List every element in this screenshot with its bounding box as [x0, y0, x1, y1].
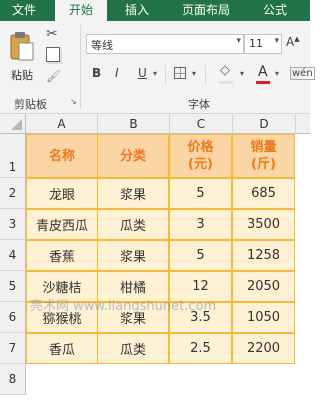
paste-label: 粘贴	[11, 69, 33, 82]
table-cell-price[interactable]: 3	[169, 209, 232, 240]
table-cell-sales[interactable]: 1050	[232, 302, 295, 333]
paste-icon	[10, 32, 34, 61]
format-painter-icon[interactable]: 🖌	[46, 69, 61, 83]
tab-formulas[interactable]: 公式	[250, 0, 300, 21]
watermark-text: 亮术网 www.liangshunet.com	[30, 299, 217, 314]
table-cell-name[interactable]: 香蕉	[26, 240, 98, 271]
font-name-dropdown[interactable]: 等线 ▾	[86, 34, 244, 54]
ribbon-tab-bar: 文件 开始 插入 页面布局 公式	[0, 0, 310, 21]
tab-home[interactable]: 开始	[55, 0, 107, 21]
underline-dropdown-icon[interactable]: ▾	[153, 69, 157, 78]
cut-icon[interactable]: ✂	[46, 26, 58, 42]
tab-file[interactable]: 文件	[0, 0, 48, 21]
fill-color-icon[interactable]: ◇	[220, 63, 230, 78]
font-color-icon[interactable]: A	[258, 64, 268, 80]
font-group-label: 字体	[188, 98, 210, 111]
fill-dropdown-icon[interactable]: ▾	[240, 69, 244, 78]
select-all-corner[interactable]	[0, 114, 26, 134]
bold-button[interactable]: B	[92, 66, 101, 80]
chevron-down-icon: ▾	[274, 36, 279, 46]
clipboard-group-label: 剪贴板	[14, 98, 47, 111]
row-header-5[interactable]: 5	[0, 271, 26, 302]
clipboard-launcher-icon[interactable]: ↘	[70, 97, 77, 106]
tab-page-layout[interactable]: 页面布局	[168, 0, 244, 21]
font-color-bar	[256, 81, 270, 84]
table-cell-category[interactable]: 瓜类	[97, 333, 169, 364]
row-header-4[interactable]: 4	[0, 240, 26, 271]
table-cell-sales[interactable]: 3500	[232, 209, 295, 240]
borders-dropdown-icon[interactable]: ▾	[192, 69, 196, 78]
font-size-dropdown[interactable]: 11 ▾	[244, 34, 282, 54]
tab-insert[interactable]: 插入	[113, 0, 161, 21]
header-cell-sales[interactable]: 销量 (斤)	[232, 134, 295, 178]
row-header-6[interactable]: 6	[0, 302, 26, 333]
ribbon: 粘贴 ✂ 🖌 剪贴板 ↘ 等线 ▾ 11 ▾ A▲ B I U ▾ ▾ ◇ ▾ …	[0, 21, 315, 114]
paste-button[interactable]: 粘贴	[6, 27, 38, 85]
table-cell-sales[interactable]: 685	[232, 178, 295, 209]
font-name-value: 等线	[91, 39, 113, 52]
select-all-icon	[11, 119, 22, 130]
font-size-value: 11	[249, 37, 263, 50]
column-header-c[interactable]: C	[170, 114, 233, 134]
header-cell-category[interactable]: 分类	[97, 134, 169, 178]
table-cell-name[interactable]: 香瓜	[26, 333, 98, 364]
table-cell-price[interactable]: 5	[169, 240, 232, 271]
phonetic-icon[interactable]: wén	[290, 67, 315, 80]
column-header-b[interactable]: B	[98, 114, 170, 134]
table-cell-category[interactable]: 浆果	[97, 178, 169, 209]
table-cell-name[interactable]: 龙眼	[26, 178, 98, 209]
row-header-7[interactable]: 7	[0, 333, 26, 364]
row-header-8[interactable]: 8	[0, 364, 26, 395]
row-header-3[interactable]: 3	[0, 209, 26, 240]
borders-icon[interactable]	[174, 67, 186, 79]
font-color-dropdown-icon[interactable]: ▾	[275, 69, 279, 78]
chevron-down-icon: ▾	[236, 36, 241, 46]
copy-icon[interactable]	[46, 47, 60, 62]
row-header-2[interactable]: 2	[0, 178, 26, 209]
fill-color-bar	[219, 81, 233, 84]
table-cell-category[interactable]: 瓜类	[97, 209, 169, 240]
column-header-overflow	[296, 114, 310, 134]
table-cell-sales[interactable]: 1258	[232, 240, 295, 271]
column-header-a[interactable]: A	[26, 114, 98, 134]
table-cell-price[interactable]: 5	[169, 178, 232, 209]
table-cell-name[interactable]: 青皮西瓜	[26, 209, 98, 240]
table-cell-category[interactable]: 浆果	[97, 240, 169, 271]
header-cell-price[interactable]: 价格 (元)	[169, 134, 232, 178]
italic-button[interactable]: I	[115, 66, 119, 80]
group-separator	[80, 25, 81, 109]
column-header-d[interactable]: D	[233, 114, 296, 134]
row-header-1[interactable]: 1	[0, 134, 26, 178]
underline-button[interactable]: U	[138, 66, 147, 80]
header-cell-name[interactable]: 名称	[26, 134, 98, 178]
increase-font-icon[interactable]: A▲	[286, 35, 300, 49]
table-cell-sales[interactable]: 2200	[232, 333, 295, 364]
table-cell-sales[interactable]: 2050	[232, 271, 295, 302]
table-cell-price[interactable]: 2.5	[169, 333, 232, 364]
separator	[165, 65, 166, 85]
separator	[205, 65, 206, 85]
